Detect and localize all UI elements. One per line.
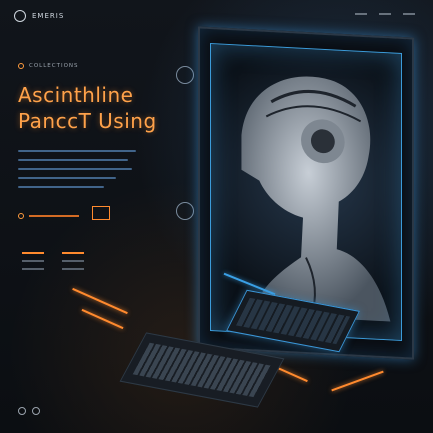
nav-item-2[interactable] [379, 13, 391, 15]
cta-dot-icon [18, 213, 24, 219]
logo-icon [14, 10, 26, 22]
stat-item-2 [62, 252, 84, 276]
social-icon-2[interactable] [32, 407, 40, 415]
nav-item-1[interactable] [355, 13, 367, 15]
section-tag: COLLECTIONS [18, 63, 79, 69]
hero-title-line-1: Ascinthline [18, 83, 134, 107]
mini-panel[interactable] [92, 206, 110, 220]
social-icon-1[interactable] [18, 407, 26, 415]
circle-icon[interactable] [176, 66, 194, 84]
monitor-screen [210, 42, 402, 342]
stat-item-1 [22, 252, 44, 276]
cta-link[interactable] [18, 213, 79, 219]
hero-title: Ascinthline PanccT Using [18, 82, 157, 134]
top-nav [355, 13, 415, 15]
cta-bar [29, 215, 79, 217]
stats-row [22, 252, 84, 276]
body-paragraph [18, 150, 138, 195]
hero-title-line-2: PanccT Using [18, 109, 157, 133]
brand-name: EMERIS [32, 12, 65, 20]
tag-dot-icon [18, 63, 24, 69]
brand-bar: EMERIS [14, 10, 64, 22]
nav-item-3[interactable] [403, 13, 415, 15]
section-tag-label: COLLECTIONS [29, 63, 79, 69]
footer-icons [18, 407, 40, 415]
grid-icon[interactable] [176, 202, 194, 220]
